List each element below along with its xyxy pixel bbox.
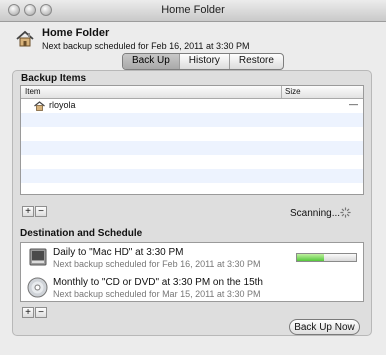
- item-size: —: [349, 99, 358, 109]
- destination-title-text: Monthly to "CD or DVD" at 3:30 PM on the…: [53, 277, 263, 288]
- title-bar: Home Folder: [0, 0, 386, 22]
- table-row-empty: [21, 127, 363, 141]
- back-up-now-button[interactable]: Back Up Now: [289, 319, 360, 335]
- scanning-status: Scanning...: [290, 208, 341, 219]
- destination-title: Destination and Schedule: [20, 228, 143, 239]
- add-destination-button[interactable]: +: [22, 307, 34, 318]
- table-row-empty: [21, 169, 363, 183]
- tab-back-up[interactable]: Back Up: [123, 54, 180, 69]
- header-title: Home Folder: [42, 27, 110, 39]
- remove-destination-button[interactable]: −: [35, 307, 47, 318]
- destination-subtitle-text: Next backup scheduled for Feb 16, 2011 a…: [53, 259, 261, 269]
- backup-items-title: Backup Items: [21, 73, 87, 84]
- destination-item-mac-hd[interactable]: Daily to "Mac HD" at 3:30 PM Next backup…: [21, 243, 363, 272]
- destination-title-text: Daily to "Mac HD" at 3:30 PM: [53, 247, 184, 258]
- spinner-icon: [340, 207, 351, 218]
- remove-item-button[interactable]: −: [35, 206, 47, 217]
- destination-subtitle-text: Next backup scheduled for Mar 15, 2011 a…: [53, 289, 261, 299]
- header-subtitle: Next backup scheduled for Feb 16, 2011 a…: [42, 41, 250, 51]
- table-row-empty: [21, 113, 363, 127]
- add-item-button[interactable]: +: [22, 206, 34, 217]
- table-row[interactable]: rloyola —: [21, 99, 363, 113]
- tab-history[interactable]: History: [180, 54, 230, 69]
- column-size[interactable]: Size: [285, 87, 301, 96]
- header: Home Folder Next backup scheduled for Fe…: [10, 26, 380, 56]
- cd-dvd-icon: [27, 277, 48, 298]
- destination-item-cd-dvd[interactable]: Monthly to "CD or DVD" at 3:30 PM on the…: [21, 273, 363, 302]
- item-name: rloyola: [49, 100, 76, 110]
- tab-control: Back Up History Restore: [122, 53, 284, 70]
- column-item[interactable]: Item: [25, 87, 41, 96]
- backup-progress-bar: [296, 253, 357, 262]
- home-folder-icon: [34, 101, 45, 111]
- table-row-empty: [21, 183, 363, 194]
- window-title: Home Folder: [161, 4, 225, 16]
- hard-drive-icon: [29, 248, 47, 266]
- backup-window: Home Folder Home Folder Next backup sche…: [0, 0, 386, 355]
- backup-items-table: Item Size rloyola —: [20, 85, 364, 195]
- home-folder-icon: [16, 30, 34, 47]
- table-header: Item Size: [21, 86, 363, 99]
- table-row-empty: [21, 155, 363, 169]
- table-row-empty: [21, 141, 363, 155]
- tab-restore[interactable]: Restore: [230, 54, 283, 69]
- destination-list: Daily to "Mac HD" at 3:30 PM Next backup…: [20, 242, 364, 302]
- column-divider: [281, 86, 282, 98]
